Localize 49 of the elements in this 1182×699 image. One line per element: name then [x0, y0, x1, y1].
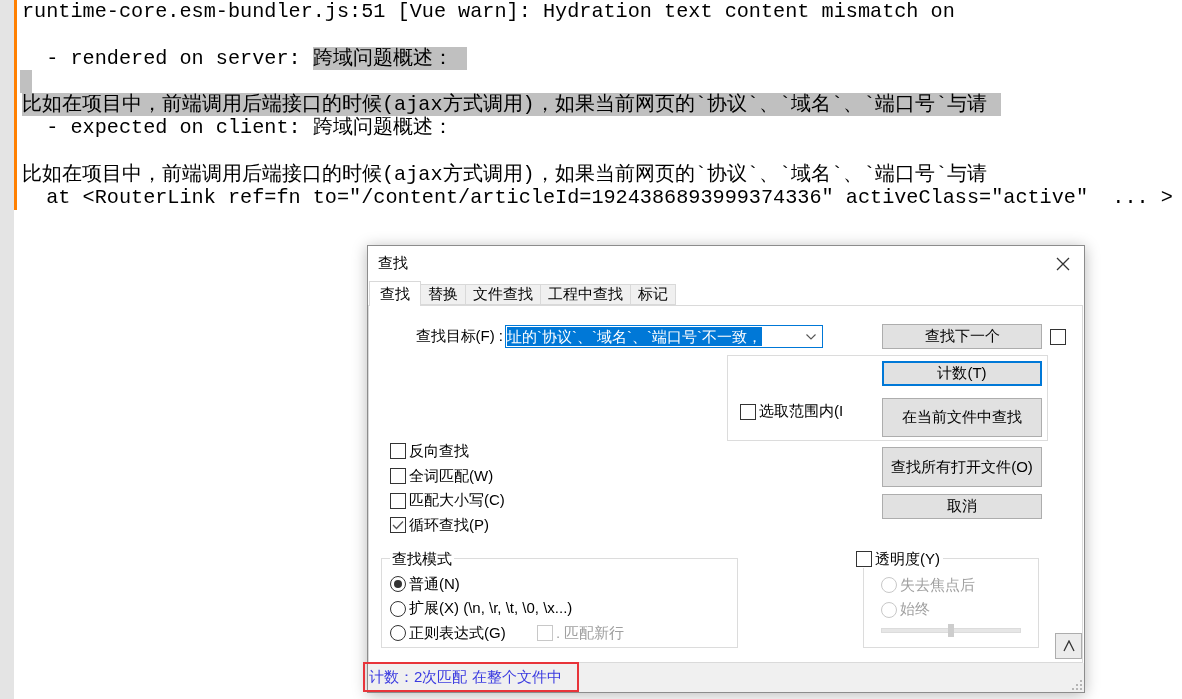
- group-title: 查找模式: [391, 549, 453, 568]
- tab[interactable]: 查找: [369, 281, 421, 306]
- field-value: 址的`协议`、`域名`、`端口号`不一致，: [507, 327, 762, 346]
- search-combo-box[interactable]: 址的`协议`、`域名`、`端口号`不一致，: [505, 325, 823, 348]
- checkbox-label: 全词匹配(W): [409, 466, 494, 486]
- chevron-down-icon: [806, 333, 816, 340]
- tab[interactable]: 文件查找: [465, 284, 541, 305]
- checkbox-label: . 匹配新行: [556, 623, 625, 643]
- radio-button[interactable]: [390, 576, 406, 593]
- code-text: - expected on client: 跨域问题概述：: [45, 116, 453, 140]
- action-button[interactable]: 取消: [882, 494, 1042, 519]
- collapse-button[interactable]: [1055, 632, 1082, 659]
- radio-label: 扩展(X) (\n, \r, \t, \0, \x...): [409, 599, 573, 619]
- radio-label: 失去焦点后: [900, 575, 975, 595]
- checkbox[interactable]: [390, 443, 406, 460]
- checkbox-label: 循环查找(P): [409, 515, 489, 535]
- chevron-up-icon: [1062, 639, 1075, 652]
- close-icon: [1056, 256, 1070, 271]
- radio-label: 始终: [900, 600, 930, 620]
- checkbox[interactable]: [740, 403, 756, 420]
- radio-label: 正则表达式(G): [409, 623, 506, 643]
- radio-button[interactable]: [390, 625, 406, 642]
- checkbox[interactable]: [390, 492, 406, 509]
- status-text: 计数：2次匹配 在整个文件中: [369, 668, 562, 687]
- action-button[interactable]: 在当前文件中查找: [882, 398, 1042, 437]
- radio-button[interactable]: [390, 600, 406, 617]
- radio-label: 普通(N): [409, 574, 460, 594]
- find-next-button[interactable]: 查找下一个: [882, 324, 1042, 349]
- checkbox-label: 透明度(Y): [875, 549, 940, 568]
- checkbox-label: 反向查找: [409, 441, 469, 461]
- code-text: at <RouterLink ref=fn to="/content/articleId=1924386893999374336" activeClass="active" ... >: [45, 186, 1173, 210]
- code-text: 跨域问题概述：: [312, 46, 467, 70]
- action-button[interactable]: 查找所有打开文件(O): [882, 447, 1042, 487]
- checkbox[interactable]: [390, 517, 406, 534]
- checkbox-label: 匹配大小写(C): [409, 491, 505, 511]
- tab[interactable]: 替换: [420, 284, 466, 305]
- checkbox[interactable]: [1050, 328, 1066, 345]
- code-text: 比如在项目中，前端调用后端接口的时候(ajax方式调用)，如果当前网页的`协议`、`域名`、`端口号`与请: [22, 163, 988, 187]
- field-label: 查找目标(F) :: [415, 327, 503, 346]
- tab[interactable]: 标记: [630, 284, 676, 305]
- checkbox[interactable]: [390, 468, 406, 485]
- code-text: - rendered on server:: [45, 46, 302, 70]
- action-button[interactable]: 计数(T): [882, 361, 1042, 386]
- dialog-title: 查找: [378, 254, 408, 273]
- resize-grip-icon[interactable]: [1072, 680, 1082, 690]
- checkbox-label: 选取范围内(I: [759, 402, 844, 421]
- tab[interactable]: 工程中查找: [540, 284, 631, 305]
- code-text: runtime-core.esm-bundler.js:51 [Vue warn]: Hydration text content mismatch on: [22, 0, 955, 24]
- code-text: 比如在项目中，前端调用后端接口的时候(ajax方式调用)，如果当前网页的`协议`、`域名`、`端口号`与请: [22, 93, 1002, 117]
